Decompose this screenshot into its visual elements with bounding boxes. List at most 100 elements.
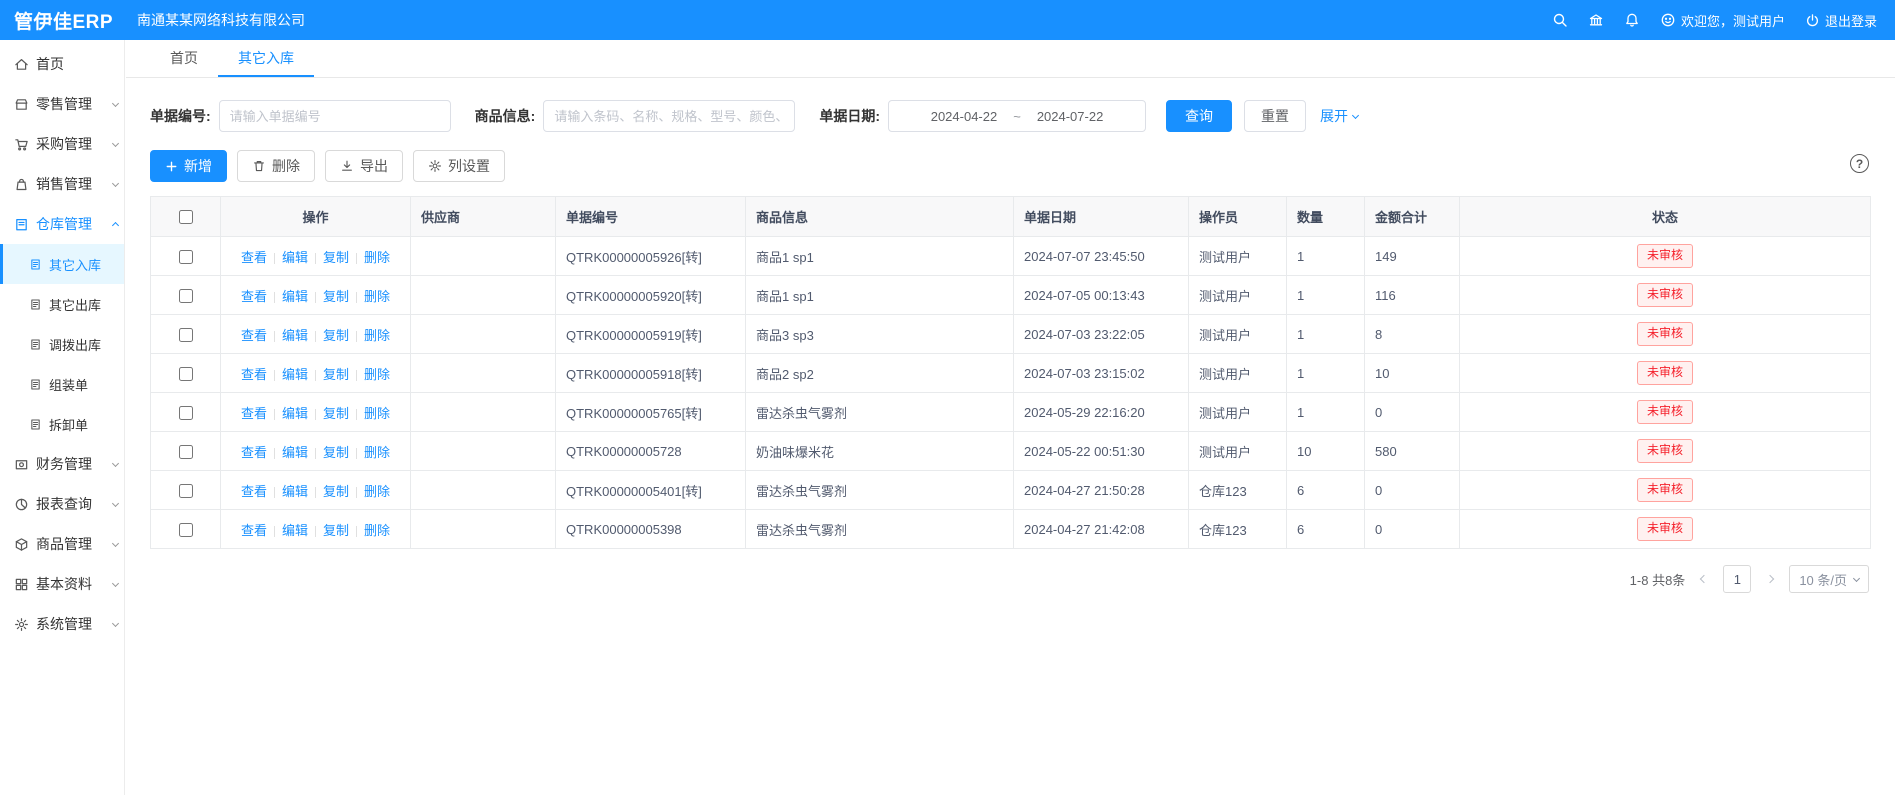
edit-link[interactable]: 编辑 xyxy=(282,250,308,265)
row-checkbox[interactable] xyxy=(179,289,193,303)
sidebar-subitem-transfer-outbound[interactable]: 调拨出库 xyxy=(0,324,124,364)
row-checkbox[interactable] xyxy=(179,367,193,381)
row-checkbox[interactable] xyxy=(179,523,193,537)
status-badge: 未审核 xyxy=(1637,517,1693,541)
delete-link[interactable]: 删除 xyxy=(364,484,390,499)
bell-icon[interactable] xyxy=(1624,12,1640,28)
view-link[interactable]: 查看 xyxy=(241,289,267,304)
row-checkbox[interactable] xyxy=(179,445,193,459)
row-checkbox[interactable] xyxy=(179,484,193,498)
view-link[interactable]: 查看 xyxy=(241,406,267,421)
table-header-row: 操作 供应商 单据编号 商品信息 单据日期 操作员 数量 金额合计 状态 xyxy=(151,197,1871,237)
view-link[interactable]: 查看 xyxy=(241,484,267,499)
edit-link[interactable]: 编辑 xyxy=(282,445,308,460)
product-info-input[interactable] xyxy=(543,100,795,132)
view-link[interactable]: 查看 xyxy=(241,523,267,538)
view-link[interactable]: 查看 xyxy=(241,328,267,343)
page-number-button[interactable]: 1 xyxy=(1723,565,1751,593)
row-checkbox[interactable] xyxy=(179,250,193,264)
cube-icon xyxy=(14,537,29,552)
edit-link[interactable]: 编辑 xyxy=(282,328,308,343)
user-smile-icon xyxy=(1660,12,1676,28)
page-size-select[interactable]: 10 条/页 xyxy=(1789,565,1869,593)
row-checkbox[interactable] xyxy=(179,406,193,420)
welcome-text: 欢迎您，测试用户 xyxy=(1681,11,1785,30)
delete-link[interactable]: 删除 xyxy=(364,289,390,304)
copy-link[interactable]: 复制 xyxy=(323,367,349,382)
sidebar-item-sales[interactable]: 销售管理 xyxy=(0,164,124,204)
sidebar-subitem-disassembly[interactable]: 拆卸单 xyxy=(0,404,124,444)
sidebar-item-home[interactable]: 首页 xyxy=(0,44,124,84)
copy-link[interactable]: 复制 xyxy=(323,484,349,499)
delete-link[interactable]: 删除 xyxy=(364,367,390,382)
view-link[interactable]: 查看 xyxy=(241,445,267,460)
date-to[interactable]: 2024-07-22 xyxy=(1037,109,1104,124)
sidebar-item-retail[interactable]: 零售管理 xyxy=(0,84,124,124)
date-cell: 2024-07-07 23:45:50 xyxy=(1014,237,1189,276)
edit-link[interactable]: 编辑 xyxy=(282,289,308,304)
qty-cell: 1 xyxy=(1287,315,1365,354)
sidebar-item-finance[interactable]: 财务管理 xyxy=(0,444,124,484)
edit-link[interactable]: 编辑 xyxy=(282,367,308,382)
delete-link[interactable]: 删除 xyxy=(364,445,390,460)
edit-link[interactable]: 编辑 xyxy=(282,406,308,421)
next-page-button[interactable] xyxy=(1761,565,1779,593)
date-range-picker[interactable]: 2024-04-22 ~ 2024-07-22 xyxy=(888,100,1146,132)
delete-button[interactable]: 删除 xyxy=(237,150,315,182)
copy-link[interactable]: 复制 xyxy=(323,406,349,421)
sidebar-subitem-assembly[interactable]: 组装单 xyxy=(0,364,124,404)
sidebar-item-purchase[interactable]: 采购管理 xyxy=(0,124,124,164)
help-icon[interactable]: ? xyxy=(1850,154,1869,173)
table-row: 查看编辑复制删除 QTRK00000005401[转] 雷达杀虫气雾剂 2024… xyxy=(151,471,1871,510)
add-button[interactable]: 新增 xyxy=(150,150,227,182)
edit-link[interactable]: 编辑 xyxy=(282,484,308,499)
link-divider xyxy=(274,292,275,303)
sidebar-subitem-other-outbound[interactable]: 其它出库 xyxy=(0,284,124,324)
column-settings-button[interactable]: 列设置 xyxy=(413,150,505,182)
company-name: 南通某某网络科技有限公司 xyxy=(137,10,305,30)
view-link[interactable]: 查看 xyxy=(241,250,267,265)
sidebar-item-goods[interactable]: 商品管理 xyxy=(0,524,124,564)
search-button[interactable]: 查询 xyxy=(1166,100,1232,132)
copy-link[interactable]: 复制 xyxy=(323,289,349,304)
reset-button[interactable]: 重置 xyxy=(1244,100,1306,132)
select-all-checkbox[interactable] xyxy=(179,210,193,224)
logout-button[interactable]: 退出登录 xyxy=(1805,11,1877,30)
sidebar-item-reports[interactable]: 报表查询 xyxy=(0,484,124,524)
prev-page-button[interactable] xyxy=(1695,565,1713,593)
sidebar: 首页 零售管理 采购管理 销售管理 仓库管理 其它入库 其它出库 调拨出库 xyxy=(0,40,125,795)
delete-link[interactable]: 删除 xyxy=(364,250,390,265)
delete-link[interactable]: 删除 xyxy=(364,328,390,343)
tab-other-inbound[interactable]: 其它入库 xyxy=(218,40,314,77)
copy-link[interactable]: 复制 xyxy=(323,523,349,538)
delete-link[interactable]: 删除 xyxy=(364,523,390,538)
sidebar-item-warehouse[interactable]: 仓库管理 xyxy=(0,204,124,244)
export-button-label: 导出 xyxy=(360,156,388,176)
delete-link[interactable]: 删除 xyxy=(364,406,390,421)
link-divider xyxy=(356,448,357,459)
product-cell: 商品1 sp1 xyxy=(746,276,1014,315)
copy-link[interactable]: 复制 xyxy=(323,328,349,343)
bank-icon[interactable] xyxy=(1588,12,1604,28)
row-checkbox[interactable] xyxy=(179,328,193,342)
sidebar-item-basic-data[interactable]: 基本资料 xyxy=(0,564,124,604)
export-button[interactable]: 导出 xyxy=(325,150,403,182)
sidebar-item-label: 首页 xyxy=(36,54,64,74)
amount-cell: 0 xyxy=(1365,393,1460,432)
tab-home[interactable]: 首页 xyxy=(150,40,218,77)
search-icon[interactable] xyxy=(1552,12,1568,28)
order-no-input[interactable] xyxy=(219,100,451,132)
date-from[interactable]: 2024-04-22 xyxy=(931,109,998,124)
copy-link[interactable]: 复制 xyxy=(323,445,349,460)
copy-link[interactable]: 复制 xyxy=(323,250,349,265)
link-divider xyxy=(356,253,357,264)
order-no-cell: QTRK00000005765[转] xyxy=(556,393,746,432)
operator-cell: 测试用户 xyxy=(1189,276,1287,315)
edit-link[interactable]: 编辑 xyxy=(282,523,308,538)
sidebar-subitem-other-inbound[interactable]: 其它入库 xyxy=(0,244,124,284)
welcome-user[interactable]: 欢迎您，测试用户 xyxy=(1660,11,1785,30)
view-link[interactable]: 查看 xyxy=(241,367,267,382)
inbound-table: 操作 供应商 单据编号 商品信息 单据日期 操作员 数量 金额合计 状态 xyxy=(150,196,1871,549)
expand-link[interactable]: 展开 xyxy=(1320,106,1358,126)
sidebar-item-system[interactable]: 系统管理 xyxy=(0,604,124,644)
